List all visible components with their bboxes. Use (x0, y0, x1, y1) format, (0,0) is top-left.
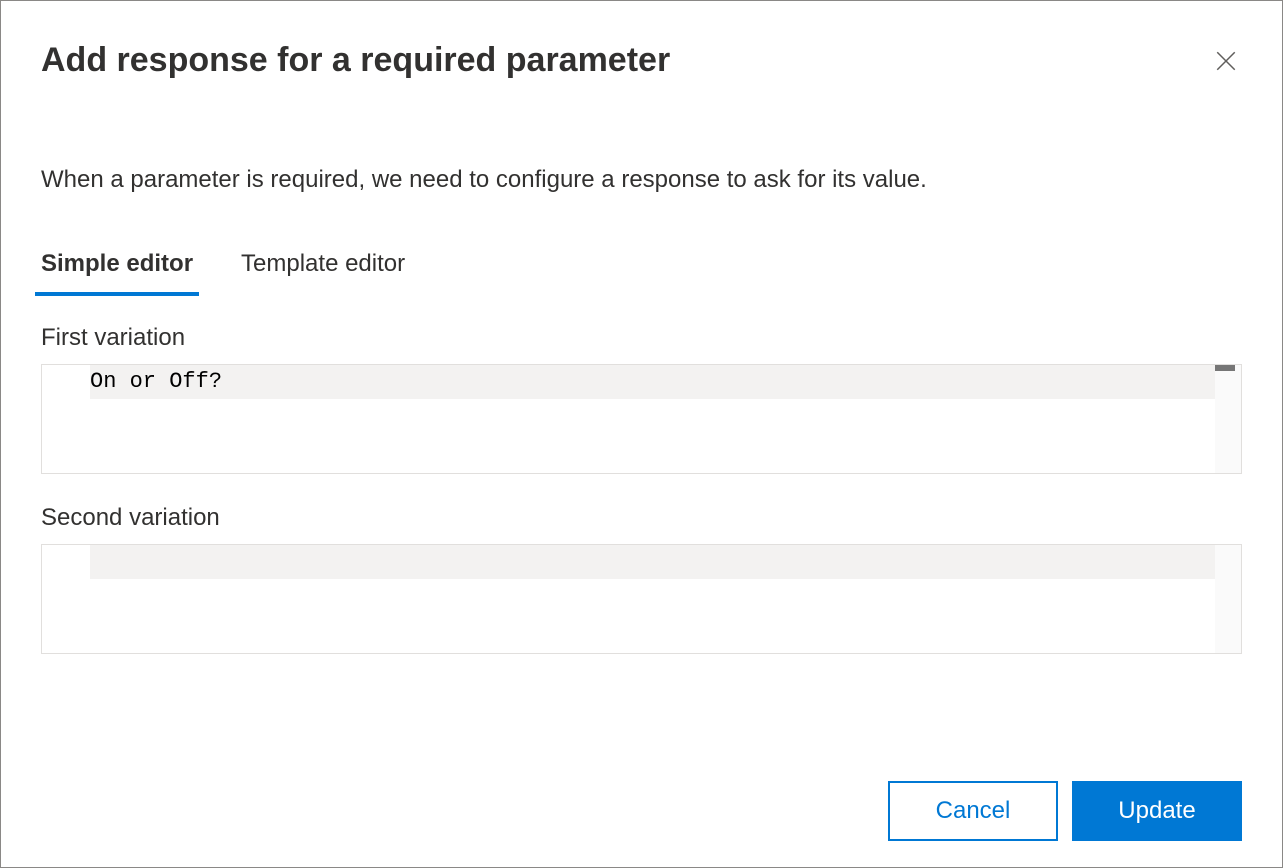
tabs-container: Simple editor Template editor (41, 250, 1242, 294)
first-variation-editor[interactable]: On or Off? (41, 364, 1242, 474)
editor-scrollbar-thumb[interactable] (1215, 365, 1235, 371)
editor-scrollbar[interactable] (1215, 365, 1241, 473)
editor-scrollbar[interactable] (1215, 545, 1241, 653)
first-variation-input[interactable]: On or Off? (90, 368, 1215, 476)
second-variation-label: Second variation (41, 504, 1242, 532)
tab-simple-editor[interactable]: Simple editor (41, 250, 193, 294)
second-variation-input[interactable] (90, 548, 1215, 656)
dialog-description: When a parameter is required, we need to… (41, 166, 1242, 194)
dialog-title: Add response for a required parameter (41, 41, 670, 80)
tab-template-editor[interactable]: Template editor (241, 250, 405, 294)
dialog-footer: Cancel Update (888, 781, 1242, 841)
second-variation-group: Second variation (41, 504, 1242, 654)
dialog-header: Add response for a required parameter (41, 41, 1242, 80)
second-variation-editor[interactable] (41, 544, 1242, 654)
editor-gutter (42, 545, 90, 653)
dialog-container: Add response for a required parameter Wh… (0, 0, 1283, 868)
close-button[interactable] (1210, 45, 1242, 77)
cancel-button[interactable]: Cancel (888, 781, 1058, 841)
editor-gutter (42, 365, 90, 473)
update-button[interactable]: Update (1072, 781, 1242, 841)
close-icon (1216, 51, 1236, 71)
first-variation-label: First variation (41, 324, 1242, 352)
first-variation-group: First variation On or Off? (41, 324, 1242, 474)
